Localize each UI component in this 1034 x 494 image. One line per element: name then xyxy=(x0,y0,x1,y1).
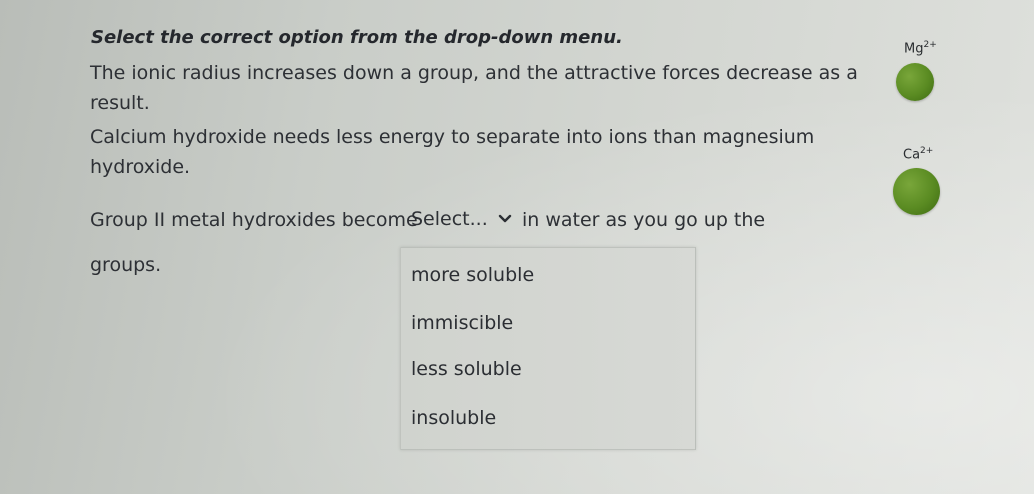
question-sentence-start: Group II metal hydroxides become xyxy=(90,209,418,231)
paragraph-line: result. xyxy=(90,92,150,114)
dropdown-option-less-soluble[interactable]: less soluble xyxy=(411,358,522,380)
question-sentence-continuation: groups. xyxy=(90,254,162,276)
dropdown-menu: more soluble immiscible less soluble ins… xyxy=(400,247,696,450)
mg-charge: 2+ xyxy=(923,40,937,50)
ca-charge: 2+ xyxy=(920,146,934,156)
dropdown-option-insoluble[interactable]: insoluble xyxy=(411,407,496,429)
dropdown-option-immiscible[interactable]: immiscible xyxy=(411,312,513,334)
answer-dropdown[interactable]: Select... xyxy=(405,203,513,235)
paragraph-calcium-hydroxide: Calcium hydroxide needs less energy to s… xyxy=(90,122,814,182)
paragraph-ionic-radius: The ionic radius increases down a group,… xyxy=(90,58,858,118)
dropdown-option-more-soluble[interactable]: more soluble xyxy=(411,264,534,286)
paragraph-line: The ionic radius increases down a group,… xyxy=(90,62,858,84)
mg-ion-sphere xyxy=(896,63,934,101)
ca-ion-label: Ca2+ xyxy=(903,146,933,162)
ca-symbol: Ca xyxy=(903,147,921,163)
question-sentence-end: in water as you go up the xyxy=(522,209,766,231)
paragraph-line: Calcium hydroxide needs less energy to s… xyxy=(90,126,815,148)
mg-symbol: Mg xyxy=(904,41,924,57)
dropdown-placeholder: Select... xyxy=(411,208,488,230)
ca-ion-sphere xyxy=(893,168,940,215)
instructions: Select the correct option from the drop-… xyxy=(91,27,623,48)
mg-ion-label: Mg2+ xyxy=(904,40,937,56)
chevron-down-icon xyxy=(498,214,512,223)
paragraph-line: hydroxide. xyxy=(90,156,191,178)
